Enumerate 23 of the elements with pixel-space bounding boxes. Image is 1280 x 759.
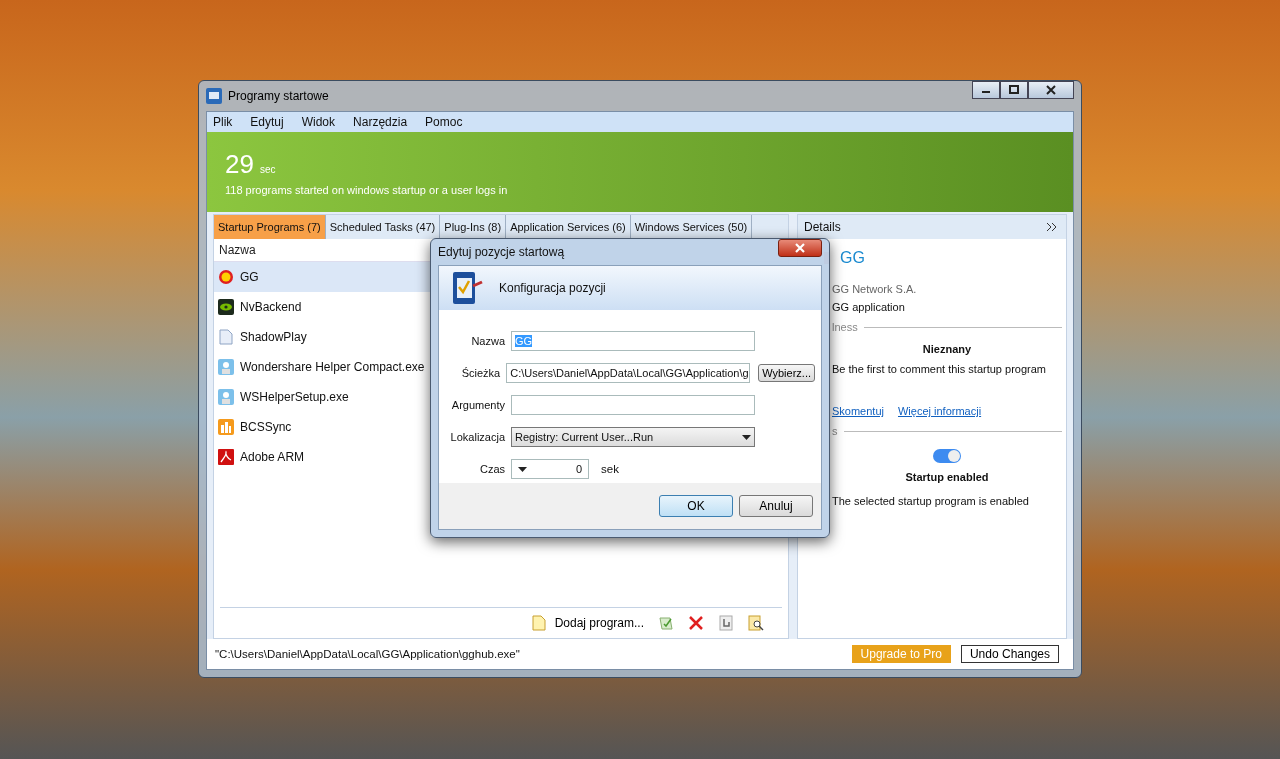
field-label: Ścieżka [460, 367, 501, 379]
status-title: Startup enabled [905, 471, 989, 483]
rating-description: Be the first to comment this startup program [832, 363, 1046, 375]
dialog-heading: Konfiguracja pozycji [499, 281, 606, 295]
field-label: Argumenty [450, 399, 505, 411]
dialog-title: Edytuj pozycje startową [438, 245, 565, 259]
field-label: Nazwa [470, 335, 505, 347]
section-label: lness [832, 321, 858, 333]
field-label: Lokalizacja [449, 431, 505, 443]
unit-label: sek [601, 463, 619, 475]
description-text: GG application [832, 301, 905, 313]
rating-text: Nieznany [922, 343, 972, 355]
section-label: s [832, 425, 838, 437]
status-text: The selected startup program is enabled [832, 495, 1029, 507]
path-text: "C:\Users\Daniel\AppData\Local\GG\Application\gghub.exe" [215, 648, 521, 660]
program-name: GG [840, 249, 865, 267]
startup-time-value: 29 [225, 148, 254, 180]
startup-time-unit: sec [259, 163, 276, 175]
details-title: Details [804, 220, 841, 234]
field-label: Czas [478, 463, 505, 475]
window-title: Programy startowe [228, 89, 329, 103]
banner-subtitle: 118 programs started on windows startup or a user logs in [225, 183, 509, 196]
publisher-text: GG Network S.A. [832, 283, 917, 295]
